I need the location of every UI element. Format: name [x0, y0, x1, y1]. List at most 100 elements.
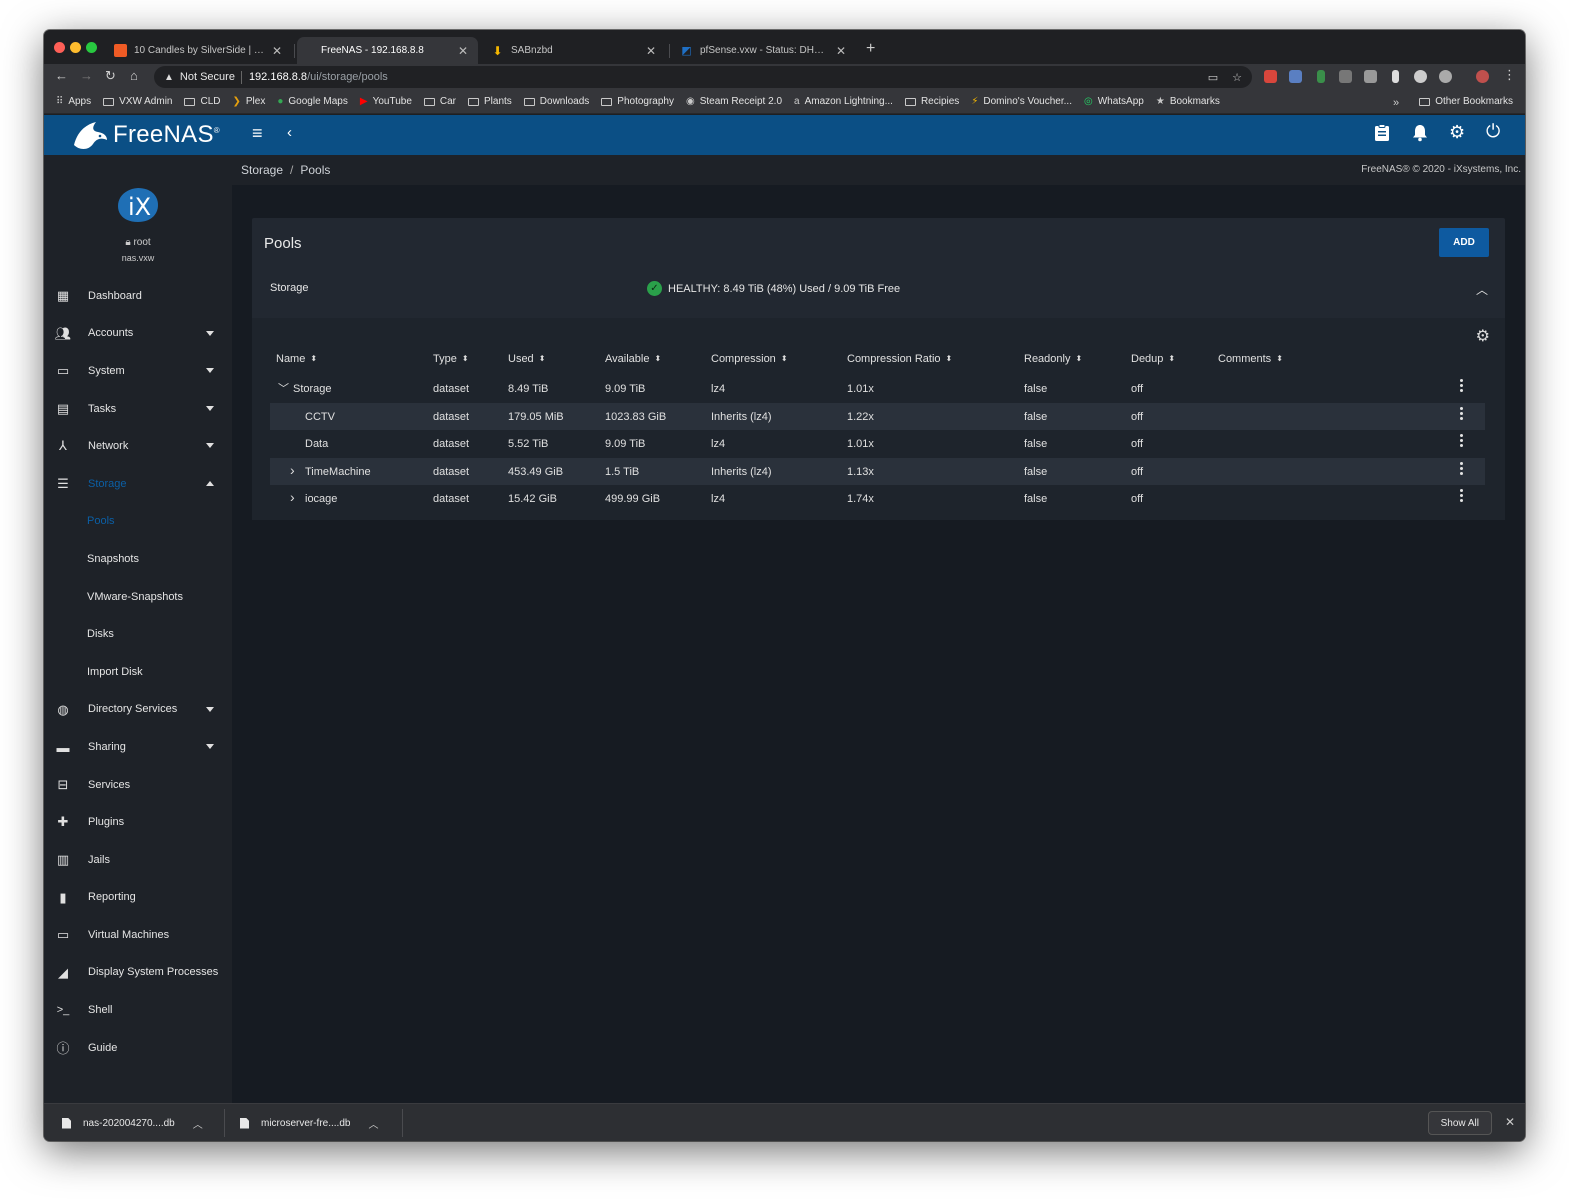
- bell-icon[interactable]: [1412, 124, 1428, 147]
- column-header-ratio[interactable]: Compression Ratio ⬍: [847, 353, 952, 365]
- extension-icon[interactable]: [1317, 70, 1325, 83]
- profile-avatar-icon[interactable]: [1476, 70, 1489, 83]
- add-pool-button[interactable]: ADD: [1439, 228, 1489, 257]
- extension-icon[interactable]: [1439, 70, 1452, 83]
- table-row[interactable]: › TimeMachine dataset 453.49 GiB 1.5 TiB Inhe…: [270, 457, 1485, 485]
- bookmark-star-icon[interactable]: ☆: [1232, 71, 1242, 84]
- other-bookmarks[interactable]: Other Bookmarks: [1419, 96, 1513, 107]
- chevron-up-icon[interactable]: ︿: [1476, 281, 1488, 298]
- chevron-up-icon[interactable]: ︿: [368, 1116, 378, 1131]
- chevron-right-icon[interactable]: ›: [290, 489, 295, 505]
- extension-icon[interactable]: [1392, 70, 1399, 83]
- extension-icon[interactable]: [1264, 70, 1277, 83]
- sidebar-item-services[interactable]: ⊟ Services: [44, 766, 232, 804]
- show-all-downloads-button[interactable]: Show All: [1427, 1111, 1492, 1135]
- clipboard-icon[interactable]: [1374, 124, 1390, 147]
- minimize-window-button[interactable]: [70, 42, 81, 53]
- bookmark-item[interactable]: VXW Admin: [103, 96, 172, 107]
- download-item[interactable]: nas-202004270....db ︿: [62, 1104, 203, 1141]
- table-row[interactable]: Data dataset 5.52 TiB 9.09 TiB lz4 1.01x false…: [270, 430, 1485, 458]
- table-row[interactable]: ﹀ Storage dataset 8.49 TiB 9.09 TiB lz4 1.01x f…: [270, 375, 1485, 403]
- sidebar-item-disks[interactable]: Disks: [44, 615, 232, 653]
- bookmark-item[interactable]: ★ Bookmarks: [1156, 96, 1220, 107]
- close-window-button[interactable]: [54, 42, 65, 53]
- bookmark-item[interactable]: ● Google Maps: [277, 96, 348, 107]
- zoom-window-button[interactable]: [86, 42, 97, 53]
- close-tab-icon[interactable]: ✕: [646, 44, 656, 58]
- bookmark-item[interactable]: CLD: [184, 96, 221, 107]
- close-tab-icon[interactable]: ✕: [836, 44, 846, 58]
- row-options-icon[interactable]: [1455, 405, 1467, 421]
- chevron-down-icon[interactable]: ﹀: [278, 380, 289, 396]
- close-tab-icon[interactable]: ✕: [272, 44, 282, 58]
- column-header-used[interactable]: Used ⬍: [508, 353, 545, 365]
- table-row[interactable]: › iocage dataset 15.42 GiB 499.99 GiB lz4 1.74…: [270, 485, 1485, 513]
- bookmark-item[interactable]: ◉ Steam Receipt 2.0: [686, 96, 782, 107]
- extension-icon[interactable]: [1414, 70, 1427, 83]
- sidebar-item-sharing[interactable]: ▬ Sharing: [44, 728, 232, 766]
- row-options-icon[interactable]: [1455, 487, 1467, 503]
- bookmark-item[interactable]: ⠿ Apps: [56, 96, 91, 107]
- column-header-dedup[interactable]: Dedup ⬍: [1131, 353, 1175, 365]
- sidebar-item-system[interactable]: ▭ System: [44, 352, 232, 390]
- bookmark-item[interactable]: Photography: [601, 96, 674, 107]
- back-icon[interactable]: ←: [55, 68, 68, 83]
- sidebar-item-accounts[interactable]: 👥︎ Accounts: [44, 315, 232, 353]
- close-downloads-icon[interactable]: ✕: [1505, 1115, 1515, 1129]
- chevron-up-icon[interactable]: ︿: [193, 1116, 203, 1131]
- browser-menu-icon[interactable]: ⋮: [1503, 67, 1516, 83]
- forward-icon[interactable]: →: [80, 68, 93, 83]
- power-icon[interactable]: ⏻: [1486, 121, 1500, 142]
- browser-tab-active[interactable]: FreeNAS - 192.168.8.8 ✕: [297, 37, 478, 64]
- settings-gear-icon[interactable]: ⚙: [1449, 122, 1465, 143]
- sidebar-item-network[interactable]: ⅄ Network: [44, 427, 232, 465]
- bookmark-item[interactable]: ⚡ Domino's Voucher...: [971, 96, 1072, 107]
- sidebar-item-vmware-snapshots[interactable]: VMware-Snapshots: [44, 578, 232, 616]
- column-header-compression[interactable]: Compression ⬍: [711, 353, 788, 365]
- sidebar-item-plugins[interactable]: ✚ Plugins: [44, 803, 232, 841]
- browser-tab[interactable]: ⬇ SABnzbd ✕: [481, 37, 666, 64]
- sidebar-item-shell[interactable]: >_ Shell: [44, 991, 232, 1029]
- browser-tab[interactable]: ◩ pfSense.vxw - Status: DHCP Le ✕: [670, 37, 856, 64]
- bookmark-item[interactable]: ❯ Plex: [233, 96, 266, 107]
- cast-icon[interactable]: ▭: [1208, 71, 1218, 84]
- sidebar-item-snapshots[interactable]: Snapshots: [44, 540, 232, 578]
- table-row[interactable]: CCTV dataset 179.05 MiB 1023.83 GiB Inherits…: [270, 402, 1485, 430]
- bookmark-item[interactable]: a Amazon Lightning...: [794, 96, 893, 107]
- sidebar-item-storage[interactable]: ☰ Storage: [44, 465, 232, 503]
- row-options-icon[interactable]: [1455, 432, 1467, 448]
- breadcrumb-storage-link[interactable]: Storage: [241, 163, 283, 177]
- extension-icon[interactable]: [1289, 70, 1302, 83]
- column-header-type[interactable]: Type ⬍: [433, 353, 469, 365]
- sidebar-item-tasks[interactable]: ▤ Tasks: [44, 390, 232, 428]
- home-icon[interactable]: ⌂: [130, 68, 138, 83]
- sidebar-item-import-disk[interactable]: Import Disk: [44, 653, 232, 691]
- bookmark-item[interactable]: ▶ YouTube: [360, 96, 412, 107]
- sidebar-item-directory-services[interactable]: ◍ Directory Services: [44, 691, 232, 729]
- pool-header-row[interactable]: Storage ✓ HEALTHY: 8.49 TiB (48%) Used /…: [252, 268, 1505, 312]
- column-header-name[interactable]: Name ⬍: [276, 353, 317, 365]
- column-header-readonly[interactable]: Readonly ⬍: [1024, 353, 1082, 365]
- collapse-sidebar-icon[interactable]: ‹: [287, 124, 292, 141]
- menu-icon[interactable]: ≡: [252, 123, 263, 144]
- sidebar-item-guide[interactable]: ⓘ Guide: [44, 1029, 232, 1067]
- column-header-available[interactable]: Available ⬍: [605, 353, 661, 365]
- bookmark-item[interactable]: Downloads: [523, 96, 589, 107]
- address-bar[interactable]: ▲ Not Secure 192.168.8.8 /ui/storage/poo…: [154, 66, 1252, 88]
- sidebar-item-reporting[interactable]: ▮ Reporting: [44, 879, 232, 917]
- sidebar-item-jails[interactable]: ▥ Jails: [44, 841, 232, 879]
- sidebar-item-virtual-machines[interactable]: ▭ Virtual Machines: [44, 916, 232, 954]
- close-tab-icon[interactable]: ✕: [458, 44, 468, 58]
- sidebar-item-display-system-processes[interactable]: ◢ Display System Processes: [44, 954, 232, 992]
- new-tab-button[interactable]: +: [866, 40, 875, 58]
- bookmarks-overflow-button[interactable]: »: [1393, 97, 1399, 109]
- reload-icon[interactable]: ↻: [105, 68, 116, 84]
- row-options-icon[interactable]: [1455, 460, 1467, 476]
- download-item[interactable]: microserver-fre....db ︿: [240, 1104, 378, 1141]
- extension-icon[interactable]: [1339, 70, 1352, 83]
- column-header-comments[interactable]: Comments ⬍: [1218, 353, 1283, 365]
- chevron-right-icon[interactable]: ›: [290, 462, 295, 478]
- row-options-icon[interactable]: [1455, 377, 1467, 393]
- bookmark-item[interactable]: Plants: [468, 96, 512, 107]
- security-label[interactable]: Not Secure: [180, 71, 235, 83]
